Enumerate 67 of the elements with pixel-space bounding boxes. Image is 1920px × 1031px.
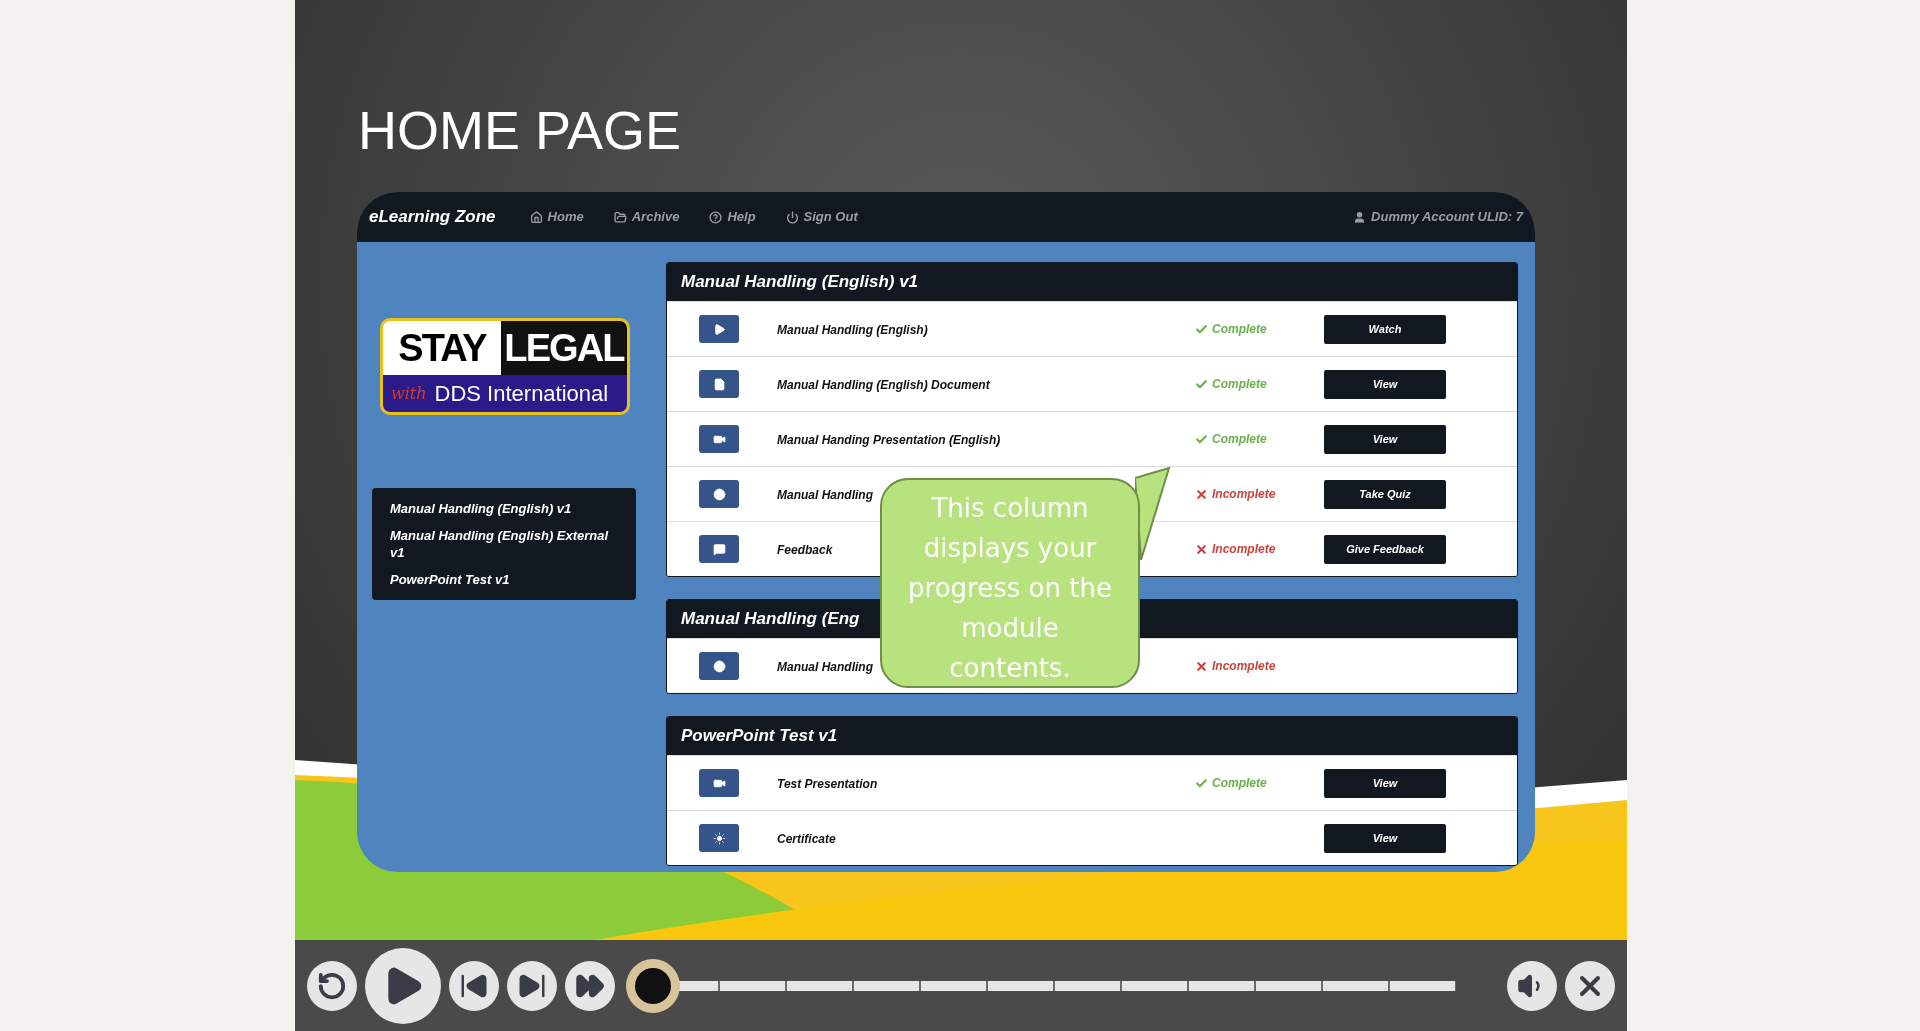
logo-word: LEGAL — [501, 321, 627, 375]
document-icon — [699, 370, 739, 398]
item-title: Test Presentation — [777, 777, 878, 791]
video-camera-icon — [699, 769, 739, 797]
status-label: Incomplete — [1195, 657, 1276, 675]
action-button[interactable]: Watch — [1324, 314, 1446, 344]
check-icon — [1195, 377, 1208, 391]
status-label: Complete — [1195, 430, 1267, 448]
slide-title: HOME PAGE — [358, 99, 683, 162]
close-button[interactable] — [1565, 960, 1615, 1011]
status-label: Incomplete — [1195, 485, 1276, 503]
item-title: Feedback — [777, 543, 833, 557]
brand-name: eLearning Zone — [369, 206, 496, 229]
item-title: Manual Handling (English) — [777, 323, 928, 337]
cross-icon — [1195, 659, 1208, 673]
item-title: Certificate — [777, 832, 836, 846]
account-label[interactable]: Dummy Account ULID: 7 — [1353, 207, 1523, 227]
module-title: PowerPoint Test v1 — [681, 725, 838, 748]
nav-link[interactable]: Archive — [613, 207, 680, 227]
module-title: Manual Handling (Eng — [681, 608, 860, 631]
item-title: Manual Handling — [777, 488, 873, 502]
status-label: Complete — [1195, 774, 1267, 792]
previous-button[interactable] — [449, 960, 499, 1011]
replay-button[interactable] — [307, 960, 357, 1011]
house-icon — [529, 210, 543, 224]
logo-script: with — [391, 382, 427, 405]
item-title: Manual Handling (English) Document — [777, 378, 990, 392]
play-icon — [699, 315, 739, 343]
action-button[interactable]: View — [1324, 768, 1446, 798]
mute-button[interactable] — [1507, 960, 1557, 1011]
user-icon — [1353, 210, 1367, 224]
callout-bubble: This column displays your progress on the module contents. — [880, 478, 1140, 688]
action-button[interactable]: Give Feedback — [1324, 534, 1446, 564]
folder-icon — [613, 210, 627, 224]
nav-link[interactable]: Help — [709, 207, 756, 227]
cross-icon — [1195, 487, 1208, 501]
status-label: Complete — [1195, 320, 1267, 338]
nav-link[interactable]: Home — [529, 207, 584, 227]
seek-handle[interactable] — [626, 958, 680, 1013]
module-title: Manual Handling (English) v1 — [681, 271, 919, 294]
help-icon — [709, 210, 723, 224]
action-button[interactable]: View — [1324, 369, 1446, 399]
power-icon — [785, 210, 799, 224]
action-button[interactable]: Take Quiz — [1324, 479, 1446, 509]
item-title: Manual Handling — [777, 660, 873, 674]
item-title: Manual Handing Presentation (English) — [777, 433, 1001, 447]
logo-word: STAY — [397, 326, 488, 371]
check-icon — [1195, 322, 1208, 336]
fast-forward-button[interactable] — [565, 960, 615, 1011]
next-button[interactable] — [507, 960, 557, 1011]
status-label: Complete — [1195, 375, 1267, 393]
speech-bubble-icon — [699, 535, 739, 563]
logo-company: DDS International — [434, 380, 609, 408]
nav-link[interactable]: Sign Out — [785, 207, 858, 227]
action-button[interactable]: View — [1324, 424, 1446, 454]
check-icon — [1195, 432, 1208, 446]
video-camera-icon — [699, 425, 739, 453]
status-label: Incomplete — [1195, 540, 1276, 558]
action-button[interactable]: View — [1324, 823, 1446, 853]
sun-icon — [699, 824, 739, 852]
seek-bar[interactable] — [626, 958, 1456, 1013]
replay-icon — [317, 970, 347, 1001]
check-icon — [1195, 776, 1208, 790]
cross-icon — [1195, 542, 1208, 556]
menu-link[interactable]: Manual Handling (English) v1 — [390, 500, 618, 517]
menu-link[interactable]: Manual Handling (English) External v1 — [390, 527, 618, 561]
menu-link[interactable]: PowerPoint Test v1 — [390, 571, 618, 588]
